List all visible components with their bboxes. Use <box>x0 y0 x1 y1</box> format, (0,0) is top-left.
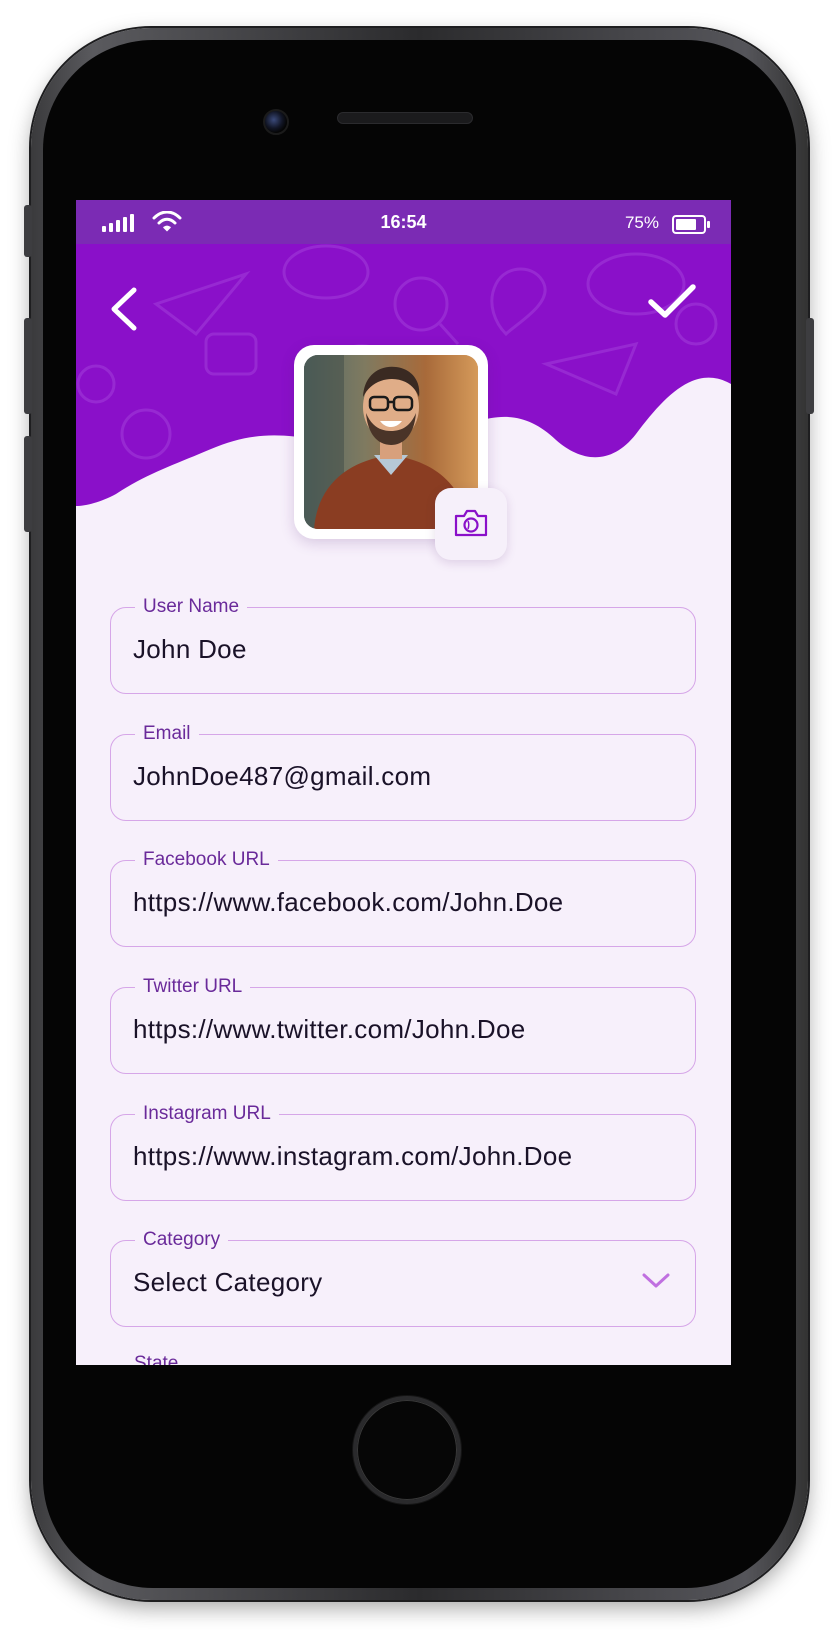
facebook-url-label: Facebook URL <box>135 848 278 872</box>
chevron-left-icon <box>111 287 137 331</box>
twitter-url-label: Twitter URL <box>135 975 251 999</box>
user-name-input[interactable]: John Doe <box>133 634 675 665</box>
change-photo-button[interactable] <box>435 488 507 560</box>
battery-fill <box>676 219 696 230</box>
home-button[interactable] <box>353 1396 461 1504</box>
email-field[interactable]: Email JohnDoe487@gmail.com <box>110 722 696 821</box>
power-button <box>806 318 814 414</box>
instagram-url-field[interactable]: Instagram URL https://www.instagram.com/… <box>110 1102 696 1201</box>
app-screen: 16:54 75% User Name John Doe Email JohnD… <box>76 200 731 1365</box>
volume-down-button <box>24 436 32 532</box>
battery-percent: 75% <box>624 213 659 232</box>
back-button[interactable] <box>106 286 142 332</box>
volume-up-button <box>24 318 32 414</box>
email-label: Email <box>135 722 199 746</box>
user-name-label: User Name <box>135 595 248 619</box>
camera-icon <box>454 509 488 537</box>
twitter-url-input[interactable]: https://www.twitter.com/John.Doe <box>133 1014 675 1045</box>
instagram-url-input[interactable]: https://www.instagram.com/John.Doe <box>133 1141 675 1172</box>
mute-switch <box>24 205 32 257</box>
state-label: State <box>134 1353 179 1365</box>
instagram-url-label: Instagram URL <box>135 1102 279 1126</box>
category-label: Category <box>135 1228 229 1252</box>
front-camera <box>263 109 289 135</box>
twitter-url-field[interactable]: Twitter URL https://www.twitter.com/John… <box>110 975 696 1074</box>
category-dropdown[interactable]: Category Select Category <box>110 1228 696 1327</box>
facebook-url-input[interactable]: https://www.facebook.com/John.Doe <box>133 887 675 918</box>
checkmark-icon <box>648 284 696 318</box>
email-input[interactable]: JohnDoe487@gmail.com <box>133 761 675 792</box>
status-bar: 16:54 75% <box>76 200 731 244</box>
save-button[interactable] <box>647 282 697 322</box>
battery-icon <box>672 215 710 234</box>
category-selected-value: Select Category <box>133 1267 323 1297</box>
user-name-field[interactable]: User Name John Doe <box>110 595 696 694</box>
facebook-url-field[interactable]: Facebook URL https://www.facebook.com/Jo… <box>110 848 696 947</box>
earpiece-speaker <box>337 112 473 124</box>
chevron-down-icon <box>642 1273 670 1288</box>
